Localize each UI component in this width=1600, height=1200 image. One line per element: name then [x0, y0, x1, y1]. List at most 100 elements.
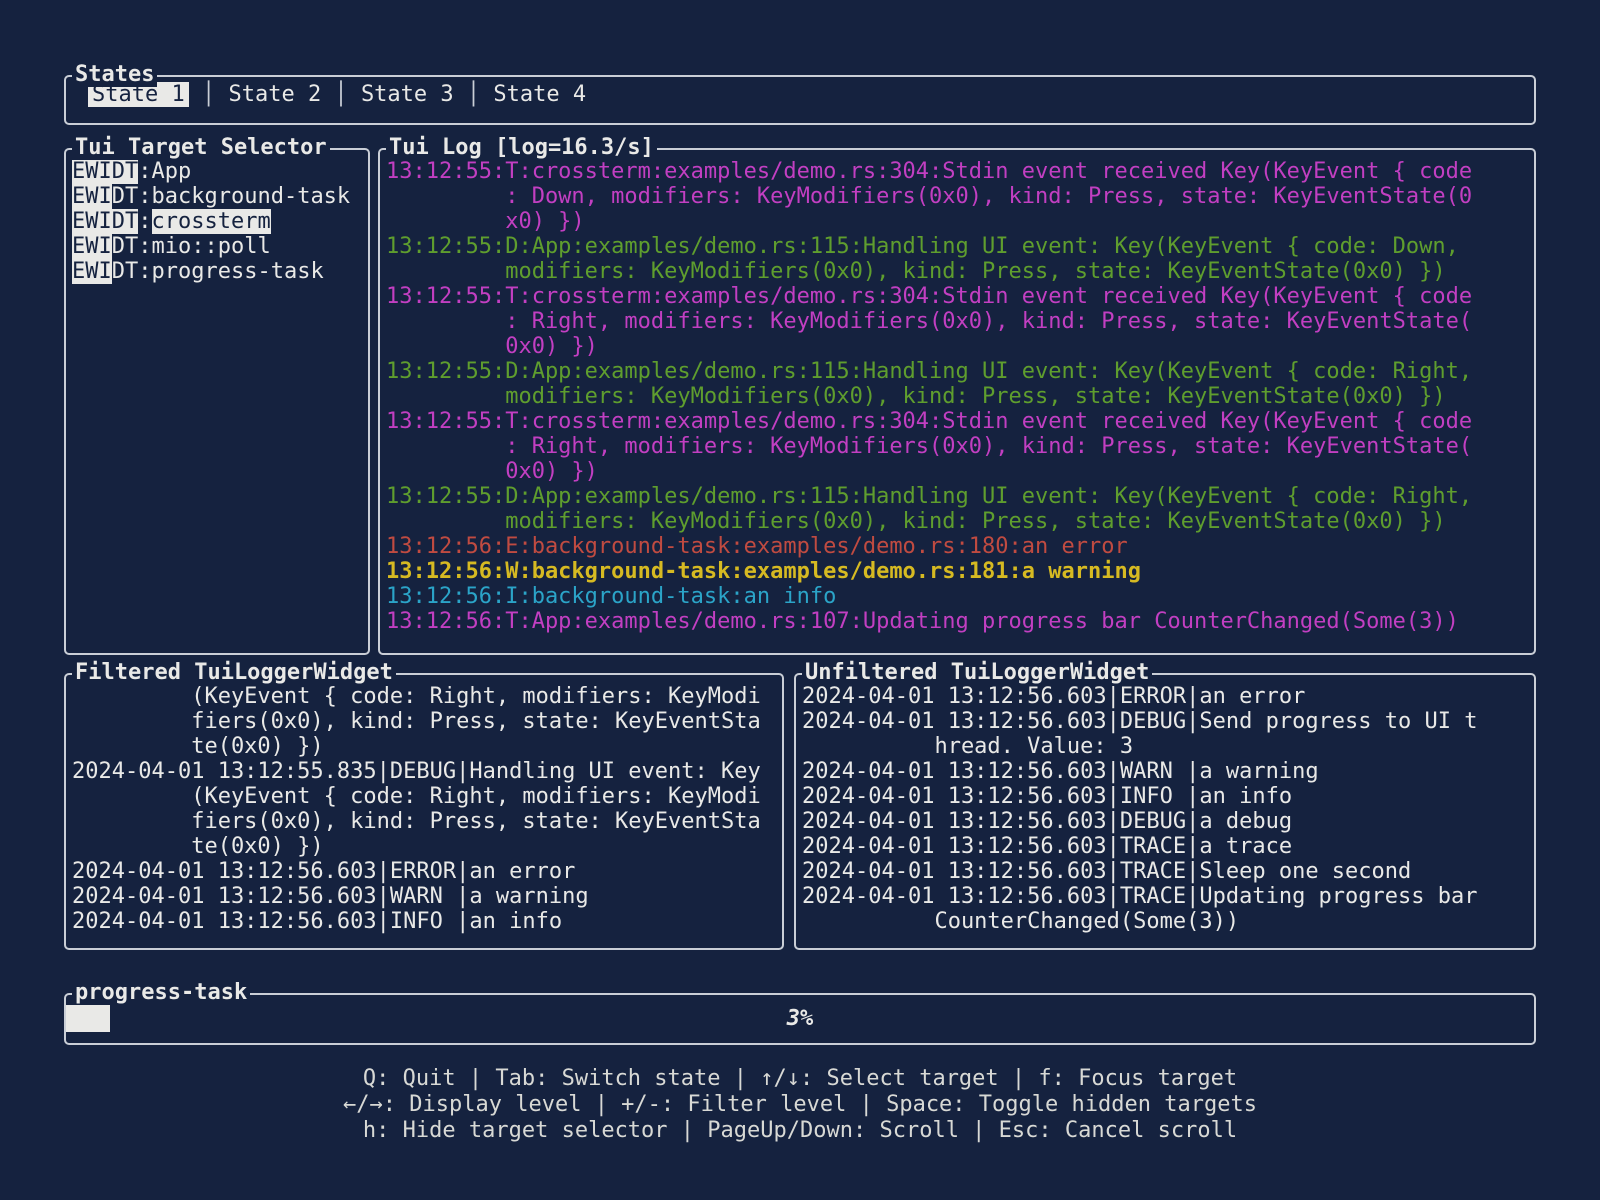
log-line: 2024-04-01 13:12:56.603|TRACE|Updating p… [802, 884, 1530, 909]
log-line: 13:12:55:T:crossterm:examples/demo.rs:30… [386, 159, 1530, 184]
progress-gauge: 3% [66, 1005, 1534, 1032]
target-row-mio::poll[interactable]: EWIDT:mio::poll [72, 234, 364, 259]
tab-separator: │ [321, 82, 361, 107]
log-line: fiers(0x0), kind: Press, state: KeyEvent… [72, 809, 778, 834]
target-list: EWIDT:AppEWIDT:background-taskEWIDT:cros… [72, 159, 364, 284]
log-line: modifiers: KeyModifiers(0x0), kind: Pres… [386, 509, 1530, 534]
target-row-progress-task[interactable]: EWIDT:progress-task [72, 259, 364, 284]
target-row-crossterm[interactable]: EWIDT:crossterm [72, 209, 364, 234]
log-line: 2024-04-01 13:12:56.603|INFO |an info [802, 784, 1530, 809]
help-line: Q: Quit | Tab: Switch state | ↑/↓: Selec… [64, 1066, 1536, 1092]
log-line: 13:12:56:W:background-task:examples/demo… [386, 559, 1530, 584]
filtered-logger-title: Filtered TuiLoggerWidget [72, 660, 396, 685]
log-line: 2024-04-01 13:12:56.603|TRACE|Sleep one … [802, 859, 1530, 884]
target-selector-panel: Tui Target Selector EWIDT:AppEWIDT:backg… [64, 148, 370, 655]
level-flag: D [112, 184, 125, 209]
target-name: mio::poll [152, 234, 271, 259]
states-tabs: State 1 │ State 2 │ State 3 │ State 4 [72, 82, 1530, 107]
log-line: CounterChanged(Some(3)) [802, 909, 1530, 934]
level-flag: W [85, 159, 98, 184]
log-line: 2024-04-01 13:12:56.603|TRACE|a trace [802, 834, 1530, 859]
tab-state-3[interactable]: State 3 [361, 82, 454, 107]
terminal-screen: States State 1 │ State 2 │ State 3 │ Sta… [64, 64, 1536, 1144]
tab-separator: │ [189, 82, 229, 107]
log-line: 13:12:55:D:App:examples/demo.rs:115:Hand… [386, 234, 1530, 259]
level-flag: T [125, 184, 138, 209]
level-flag: T [125, 259, 138, 284]
log-line: 0x0) }) [386, 334, 1530, 359]
log-line: : Down, modifiers: KeyModifiers(0x0), ki… [386, 184, 1530, 209]
log-line: te(0x0) }) [72, 734, 778, 759]
log-line: 13:12:55:D:App:examples/demo.rs:115:Hand… [386, 359, 1530, 384]
log-line: 0x0) }) [386, 459, 1530, 484]
level-flag: D [112, 234, 125, 259]
log-line: 2024-04-01 13:12:56.603|ERROR|an error [72, 859, 778, 884]
log-line: modifiers: KeyModifiers(0x0), kind: Pres… [386, 259, 1530, 284]
log-line: 13:12:55:T:crossterm:examples/demo.rs:30… [386, 409, 1530, 434]
log-line: 2024-04-01 13:12:56.603|WARN |a warning [72, 884, 778, 909]
level-flag: D [112, 209, 125, 234]
level-flag: T [125, 234, 138, 259]
log-line: hread. Value: 3 [802, 734, 1530, 759]
target-selector-title: Tui Target Selector [72, 135, 330, 160]
log-line: fiers(0x0), kind: Press, state: KeyEvent… [72, 709, 778, 734]
tab-state-4[interactable]: State 4 [493, 82, 586, 107]
level-flag: D [112, 259, 125, 284]
help-line: h: Hide target selector | PageUp/Down: S… [64, 1118, 1536, 1144]
log-line: 2024-04-01 13:12:56.603|WARN |a warning [802, 759, 1530, 784]
log-line: 2024-04-01 13:12:56.603|ERROR|an error [802, 684, 1530, 709]
log-line: 13:12:55:D:App:examples/demo.rs:115:Hand… [386, 484, 1530, 509]
target-row-background-task[interactable]: EWIDT:background-task [72, 184, 364, 209]
log-line: 13:12:56:E:background-task:examples/demo… [386, 534, 1530, 559]
unfiltered-log-lines: 2024-04-01 13:12:56.603|ERROR|an error20… [802, 684, 1530, 934]
level-flag: W [85, 259, 98, 284]
target-name: crossterm [152, 209, 271, 234]
log-line: 2024-04-01 13:12:56.603|DEBUG|Send progr… [802, 709, 1530, 734]
target-name: App [152, 159, 192, 184]
log-line: 13:12:55:T:crossterm:examples/demo.rs:30… [386, 284, 1530, 309]
states-panel-title: States [72, 62, 157, 87]
level-flag: E [72, 234, 85, 259]
level-flag: I [99, 159, 112, 184]
progress-gauge-label: 3% [66, 1005, 1534, 1032]
log-line: 13:12:56:I:background-task:an info [386, 584, 1530, 609]
level-flag: E [72, 159, 85, 184]
target-name: background-task [152, 184, 351, 209]
tab-state-2[interactable]: State 2 [228, 82, 321, 107]
level-flag: W [85, 184, 98, 209]
log-line: te(0x0) }) [72, 834, 778, 859]
log-line: : Right, modifiers: KeyModifiers(0x0), k… [386, 309, 1530, 334]
tui-log-title: Tui Log [log=16.3/s] [386, 135, 657, 160]
tab-separator: │ [454, 82, 494, 107]
log-lines: 13:12:55:T:crossterm:examples/demo.rs:30… [386, 159, 1530, 634]
unfiltered-logger-title: Unfiltered TuiLoggerWidget [802, 660, 1152, 685]
tui-log-panel: Tui Log [log=16.3/s] 13:12:55:T:crosster… [378, 148, 1536, 655]
level-flag: I [99, 209, 112, 234]
level-flag: W [85, 209, 98, 234]
log-line: 13:12:56:T:App:examples/demo.rs:107:Upda… [386, 609, 1530, 634]
progress-task-panel: progress-task 3% [64, 993, 1536, 1045]
log-line: 2024-04-01 13:12:56.603|INFO |an info [72, 909, 778, 934]
level-flag: E [72, 209, 85, 234]
target-name: progress-task [152, 259, 324, 284]
level-flag: I [99, 259, 112, 284]
log-line: x0) }) [386, 209, 1530, 234]
log-line: (KeyEvent { code: Right, modifiers: KeyM… [72, 784, 778, 809]
level-flag: E [72, 259, 85, 284]
progress-task-title: progress-task [72, 980, 250, 1005]
level-flag: I [99, 184, 112, 209]
help-line: ←/→: Display level | +/-: Filter level |… [64, 1092, 1536, 1118]
target-row-App[interactable]: EWIDT:App [72, 159, 364, 184]
log-line: 2024-04-01 13:12:56.603|DEBUG|a debug [802, 809, 1530, 834]
level-flag: T [125, 159, 138, 184]
filtered-log-lines: (KeyEvent { code: Right, modifiers: KeyM… [72, 684, 778, 934]
level-flag: I [99, 234, 112, 259]
log-line: (KeyEvent { code: Right, modifiers: KeyM… [72, 684, 778, 709]
level-flag: D [112, 159, 125, 184]
log-line: : Right, modifiers: KeyModifiers(0x0), k… [386, 434, 1530, 459]
level-flag: T [125, 209, 138, 234]
log-line: modifiers: KeyModifiers(0x0), kind: Pres… [386, 384, 1530, 409]
filtered-logger-panel: Filtered TuiLoggerWidget (KeyEvent { cod… [64, 673, 784, 950]
states-panel: States State 1 │ State 2 │ State 3 │ Sta… [64, 75, 1536, 125]
unfiltered-logger-panel: Unfiltered TuiLoggerWidget 2024-04-01 13… [794, 673, 1536, 950]
